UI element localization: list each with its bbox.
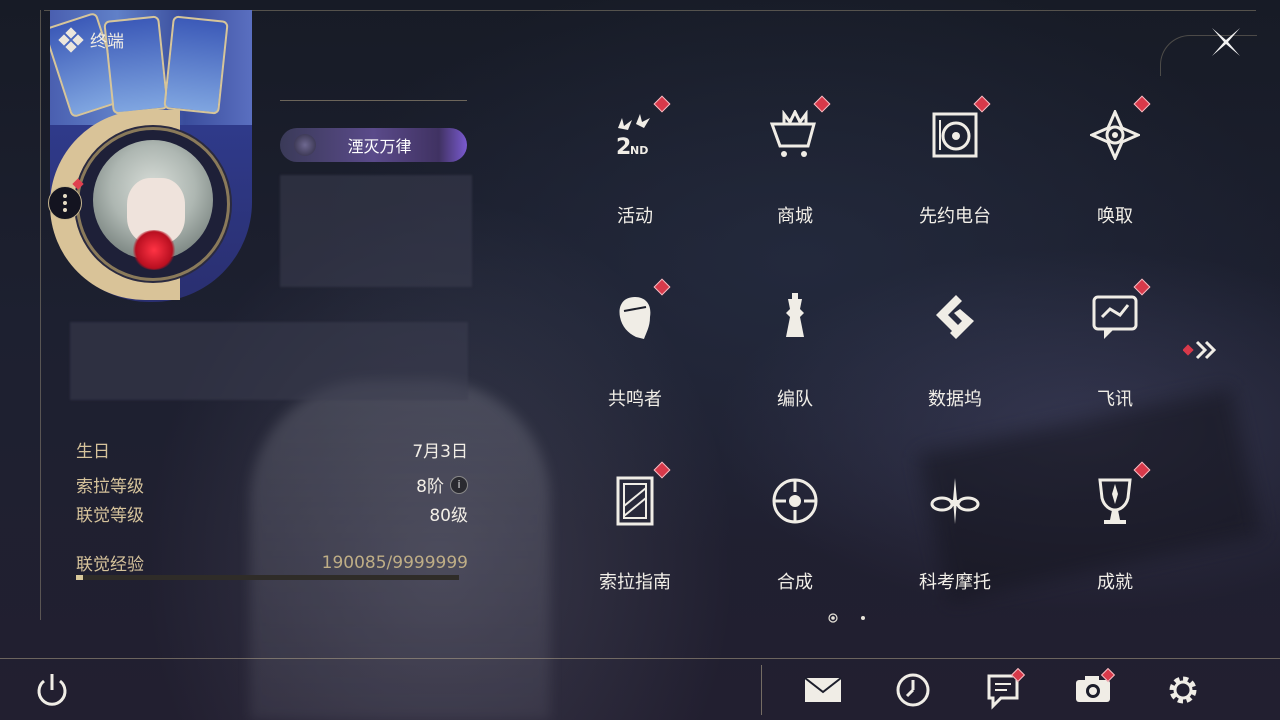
activity-2nd-icon: 2 ND — [616, 114, 650, 160]
summon-compass-icon — [1090, 110, 1140, 160]
guidebook-icon — [616, 476, 654, 526]
page-title: 终端 — [90, 32, 124, 52]
more-options-button[interactable] — [48, 186, 82, 220]
mini-card — [163, 15, 229, 115]
bottom-bar-divider — [761, 665, 762, 715]
exp-progress-fill — [76, 575, 84, 580]
exp-progress-bar — [76, 575, 459, 580]
power-icon — [37, 674, 67, 706]
blurred-signature — [70, 322, 468, 400]
menu-item-guidebook[interactable]: 索拉指南 — [570, 458, 700, 608]
info-icon[interactable]: i — [450, 475, 468, 494]
stat-union-exp: 联觉经验 190085/9999999 — [76, 552, 468, 576]
menu-item-team[interactable]: 编队 — [730, 275, 860, 425]
chat-message-icon — [1092, 295, 1138, 339]
terminal-logo-icon — [58, 26, 84, 53]
blurred-info — [280, 175, 472, 287]
data-bank-icon — [936, 295, 974, 339]
bottom-bar-line — [0, 658, 1280, 659]
stat-sol-level: 索拉等级 8阶 i — [76, 472, 468, 497]
synthesis-icon — [772, 478, 818, 524]
close-button[interactable] — [1208, 24, 1244, 60]
menu-item-shop[interactable]: 商城 — [730, 92, 860, 242]
menu-item-radio[interactable]: 先约电台 — [890, 92, 1020, 242]
menu-item-resonators[interactable]: 共鸣者 — [570, 275, 700, 425]
avatar[interactable] — [76, 127, 230, 281]
menu-item-motorbike[interactable]: 科考摩托 — [890, 458, 1020, 608]
title-badge-label: 湮灭万律 — [347, 137, 412, 156]
menu-item-synthesis[interactable]: 合成 — [730, 458, 860, 608]
mail-button[interactable] — [803, 670, 843, 710]
double-chevron-right-icon — [1183, 340, 1217, 360]
header: 终端 — [58, 26, 124, 53]
menu-item-messages[interactable]: 飞讯 — [1050, 275, 1180, 425]
stat-union-level: 联觉等级 80级 — [76, 506, 468, 526]
next-page-button[interactable] — [1183, 338, 1223, 362]
settings-gear-icon — [1169, 676, 1197, 704]
motorbike-icon — [930, 478, 980, 524]
menu-item-summon[interactable]: 唤取 — [1050, 92, 1180, 242]
radio-station-icon — [932, 112, 978, 158]
camera-button[interactable] — [1073, 667, 1116, 710]
title-badge[interactable]: 湮灭万律 — [280, 128, 467, 162]
name-divider — [280, 100, 467, 101]
stat-birthday: 生日 7月3日 — [76, 442, 468, 462]
close-icon — [1212, 28, 1240, 56]
settings-button[interactable] — [1163, 670, 1203, 710]
trophy-icon — [1098, 478, 1132, 524]
notice-button[interactable] — [983, 667, 1026, 710]
team-chess-icon — [786, 293, 804, 337]
history-button[interactable] — [893, 670, 933, 710]
frame-left-line — [40, 10, 41, 620]
menu-item-achievements[interactable]: 成就 — [1050, 458, 1180, 608]
menu-item-activity[interactable]: 2 ND 活动 — [570, 92, 700, 242]
svg-text:ND: ND — [630, 144, 648, 157]
clock-icon — [896, 673, 930, 707]
resonator-portrait-icon — [619, 297, 651, 339]
mail-icon — [804, 677, 842, 702]
power-button[interactable] — [32, 670, 72, 710]
page-indicator — [826, 612, 876, 624]
shop-cart-icon — [770, 110, 816, 157]
page-dot — [861, 616, 865, 620]
menu-item-databank[interactable]: 数据坞 — [890, 275, 1020, 425]
